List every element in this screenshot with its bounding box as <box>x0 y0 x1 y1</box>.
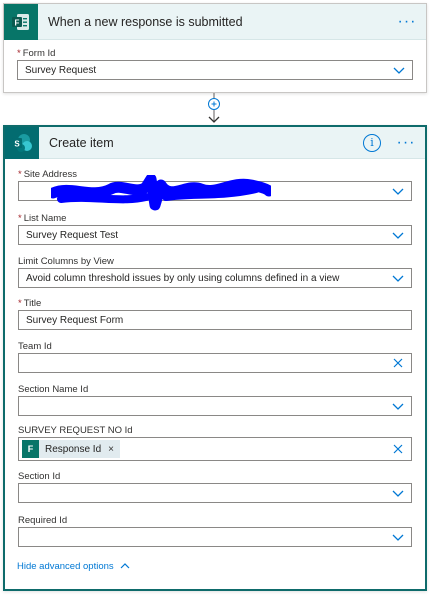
sharepoint-icon: S <box>5 126 39 159</box>
form-id-label: Form Id <box>22 48 56 59</box>
title-field: * Title Survey Request Form <box>18 298 412 330</box>
site-address-dropdown[interactable] <box>18 175 412 211</box>
list-name-dropdown[interactable]: Survey Request Test <box>18 225 412 245</box>
chevron-down-icon[interactable] <box>385 534 411 541</box>
chevron-down-icon[interactable] <box>385 188 411 195</box>
trigger-header[interactable]: F When a new response is submitted ··· <box>4 3 426 40</box>
hide-advanced-options-label: Hide advanced options <box>17 561 114 572</box>
info-icon[interactable]: i <box>363 133 381 152</box>
list-name-label: List Name <box>23 213 67 224</box>
limit-columns-value: Avoid column threshold issues by only us… <box>26 272 340 284</box>
survey-request-no-id-label: SURVEY REQUEST NO Id <box>18 425 133 436</box>
section-name-id-dropdown[interactable] <box>18 396 412 416</box>
form-id-field: * Form Id Survey Request <box>17 48 413 80</box>
chevron-down-icon[interactable] <box>385 275 411 282</box>
svg-text:S: S <box>14 139 20 148</box>
action-card: S Create item i ··· * Site Address * List … <box>3 125 427 591</box>
clear-icon[interactable] <box>385 444 411 454</box>
title-input[interactable]: Survey Request Form <box>18 310 412 330</box>
section-id-dropdown[interactable] <box>18 483 412 503</box>
chevron-down-icon[interactable] <box>385 232 411 239</box>
team-id-field: Team Id <box>18 341 412 373</box>
form-id-value: Survey Request <box>25 64 97 76</box>
svg-text:F: F <box>15 18 20 27</box>
required-id-dropdown[interactable] <box>18 527 412 547</box>
survey-request-no-id-field: SURVEY REQUEST NO Id F Response Id × <box>18 425 412 461</box>
forms-icon: F <box>22 440 39 458</box>
response-id-token[interactable]: F Response Id × <box>22 440 120 458</box>
trigger-title: When a new response is submitted <box>48 14 243 29</box>
chevron-down-icon[interactable] <box>386 67 412 74</box>
redaction-scribble <box>51 175 271 211</box>
title-value: Survey Request Form <box>26 314 124 326</box>
required-id-label: Required Id <box>18 515 68 526</box>
site-address-field: * Site Address <box>18 169 412 211</box>
form-id-dropdown[interactable]: Survey Request <box>17 60 413 80</box>
limit-columns-dropdown[interactable]: Avoid column threshold issues by only us… <box>18 268 412 288</box>
action-title: Create item <box>49 135 114 150</box>
more-options-icon[interactable]: ··· <box>396 13 418 29</box>
section-id-label: Section Id <box>18 471 61 482</box>
list-name-field: * List Name Survey Request Test <box>18 213 412 245</box>
team-id-input[interactable] <box>18 353 412 373</box>
section-name-id-label: Section Name Id <box>18 384 89 395</box>
add-step-connector[interactable] <box>207 93 221 125</box>
forms-icon: F <box>4 3 38 40</box>
hide-advanced-options-link[interactable]: Hide advanced options <box>17 561 130 572</box>
trigger-card: F When a new response is submitted ··· *… <box>3 3 427 93</box>
chevron-up-icon <box>120 561 130 572</box>
section-id-field: Section Id <box>18 471 412 503</box>
team-id-label: Team Id <box>18 341 52 352</box>
chevron-down-icon[interactable] <box>385 490 411 497</box>
action-header[interactable]: S Create item i ··· <box>5 126 425 159</box>
list-name-value: Survey Request Test <box>26 229 119 241</box>
response-id-token-label: Response Id <box>45 443 102 455</box>
survey-request-no-id-input[interactable]: F Response Id × <box>18 437 412 461</box>
section-name-id-field: Section Name Id <box>18 384 412 416</box>
limit-columns-label: Limit Columns by View <box>18 256 114 267</box>
remove-token-icon[interactable]: × <box>108 444 114 455</box>
limit-columns-field: Limit Columns by View Avoid column thres… <box>18 256 412 288</box>
required-id-field: Required Id <box>18 515 412 547</box>
more-options-icon[interactable]: ··· <box>395 134 417 150</box>
title-label: Title <box>23 298 42 309</box>
clear-icon[interactable] <box>385 358 411 368</box>
chevron-down-icon[interactable] <box>385 403 411 410</box>
